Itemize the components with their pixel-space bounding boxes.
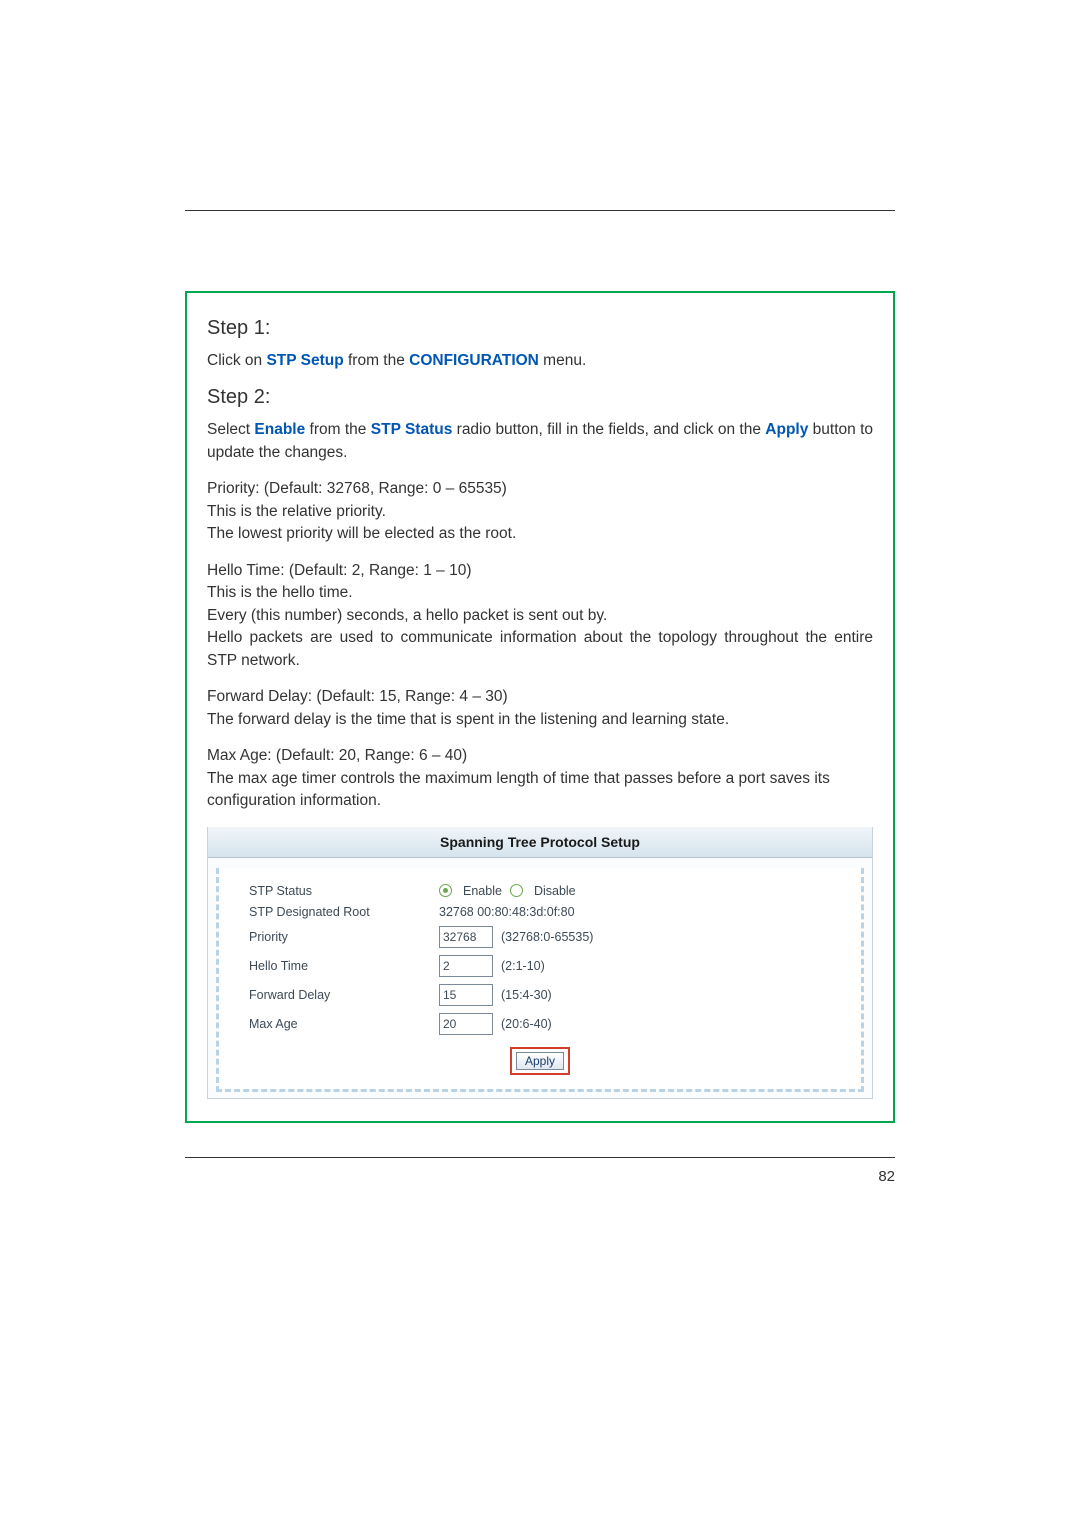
priority-label: Priority bbox=[249, 930, 439, 944]
forward-delay-input[interactable] bbox=[439, 984, 493, 1006]
text: This is the relative priority. bbox=[207, 503, 386, 520]
enable-radio[interactable] bbox=[439, 884, 452, 897]
page-number: 82 bbox=[185, 1168, 895, 1185]
hello-time-label: Hello Time bbox=[249, 959, 439, 973]
stp-status-label: STP Status bbox=[249, 884, 439, 898]
text: Max Age: (Default: 20, Range: 6 – 40) bbox=[207, 747, 467, 764]
enable-radio-label: Enable bbox=[463, 884, 502, 898]
screenshot-title: Spanning Tree Protocol Setup bbox=[208, 827, 872, 858]
forward-delay-hint: (15:4-30) bbox=[501, 988, 552, 1002]
text: Every (this number) seconds, a hello pac… bbox=[207, 607, 607, 624]
disable-radio[interactable] bbox=[510, 884, 523, 897]
text: from the bbox=[344, 352, 409, 369]
text: Click on bbox=[207, 352, 266, 369]
text: Forward Delay: (Default: 15, Range: 4 – … bbox=[207, 688, 508, 705]
stp-status-link: STP Status bbox=[371, 421, 453, 438]
text: The forward delay is the time that is sp… bbox=[207, 711, 729, 728]
apply-link: Apply bbox=[765, 421, 808, 438]
step2-text: Select Enable from the STP Status radio … bbox=[207, 419, 873, 464]
enable-link: Enable bbox=[254, 421, 305, 438]
configuration-link: CONFIGURATION bbox=[409, 352, 539, 369]
text: The max age timer controls the maximum l… bbox=[207, 770, 830, 809]
text: This is the hello time. bbox=[207, 584, 353, 601]
bottom-divider bbox=[185, 1157, 895, 1158]
priority-row: Priority (32768:0-65535) bbox=[249, 926, 831, 948]
instruction-box: Step 1: Click on STP Setup from the CONF… bbox=[185, 291, 895, 1123]
stp-status-row: STP Status Enable Disable bbox=[249, 884, 831, 898]
document-page: Step 1: Click on STP Setup from the CONF… bbox=[0, 0, 1080, 1185]
hello-time-row: Hello Time (2:1-10) bbox=[249, 955, 831, 977]
hello-paragraph: Hello Time: (Default: 2, Range: 1 – 10) … bbox=[207, 560, 873, 672]
stp-status-value: Enable Disable bbox=[439, 884, 576, 898]
text: Hello Time: (Default: 2, Range: 1 – 10) bbox=[207, 562, 472, 579]
forward-delay-row: Forward Delay (15:4-30) bbox=[249, 984, 831, 1006]
stp-setup-link: STP Setup bbox=[266, 352, 343, 369]
text: Hello packets are used to communicate in… bbox=[207, 627, 873, 672]
step1-heading: Step 1: bbox=[207, 317, 873, 340]
priority-input[interactable] bbox=[439, 926, 493, 948]
forward-delay-paragraph: Forward Delay: (Default: 15, Range: 4 – … bbox=[207, 686, 873, 731]
top-divider bbox=[185, 210, 895, 211]
text: Select bbox=[207, 421, 254, 438]
screenshot-form: STP Status Enable Disable STP Designated… bbox=[216, 868, 864, 1092]
disable-radio-label: Disable bbox=[534, 884, 576, 898]
text: The lowest priority will be elected as t… bbox=[207, 525, 516, 542]
designated-root-value: 32768 00:80:48:3d:0f:80 bbox=[439, 905, 575, 919]
designated-root-label: STP Designated Root bbox=[249, 905, 439, 919]
text: radio button, fill in the fields, and cl… bbox=[452, 421, 765, 438]
priority-paragraph: Priority: (Default: 32768, Range: 0 – 65… bbox=[207, 478, 873, 545]
hello-time-input[interactable] bbox=[439, 955, 493, 977]
forward-delay-label: Forward Delay bbox=[249, 988, 439, 1002]
max-age-row: Max Age (20:6-40) bbox=[249, 1013, 831, 1035]
apply-row: Apply bbox=[249, 1047, 831, 1075]
max-age-label: Max Age bbox=[249, 1017, 439, 1031]
max-age-paragraph: Max Age: (Default: 20, Range: 6 – 40) Th… bbox=[207, 745, 873, 812]
designated-root-row: STP Designated Root 32768 00:80:48:3d:0f… bbox=[249, 905, 831, 919]
apply-button[interactable]: Apply bbox=[516, 1052, 564, 1070]
hello-time-hint: (2:1-10) bbox=[501, 959, 545, 973]
priority-hint: (32768:0-65535) bbox=[501, 930, 593, 944]
max-age-hint: (20:6-40) bbox=[501, 1017, 552, 1031]
text: Priority: (Default: 32768, Range: 0 – 65… bbox=[207, 480, 507, 497]
step2-heading: Step 2: bbox=[207, 386, 873, 409]
max-age-input[interactable] bbox=[439, 1013, 493, 1035]
text: menu. bbox=[539, 352, 586, 369]
text: from the bbox=[305, 421, 371, 438]
step1-text: Click on STP Setup from the CONFIGURATIO… bbox=[207, 350, 873, 372]
apply-button-highlight: Apply bbox=[510, 1047, 570, 1075]
embedded-screenshot: Spanning Tree Protocol Setup STP Status … bbox=[207, 827, 873, 1099]
